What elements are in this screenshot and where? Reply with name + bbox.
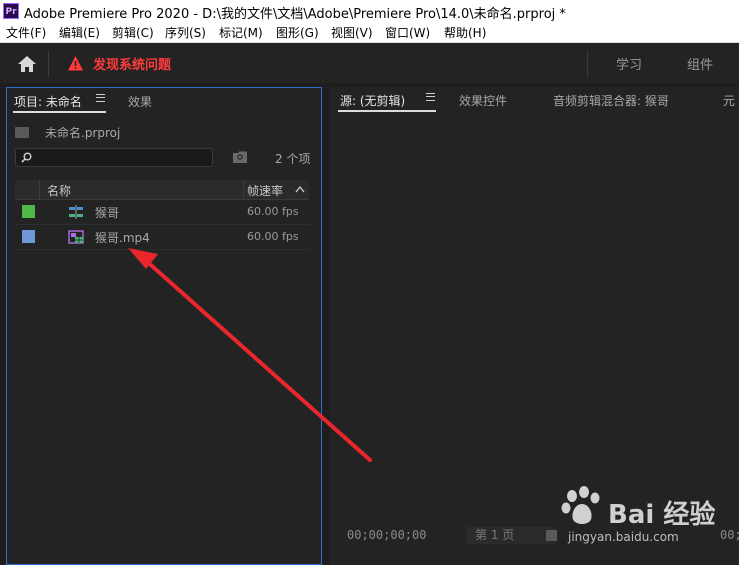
tab-effect-controls[interactable]: 效果控件 [459,92,507,109]
new-search-bin-icon[interactable] [233,151,247,163]
search-input[interactable] [15,148,213,167]
menu-markers[interactable]: 标记(M) [219,24,263,41]
baidu-paw-logo [561,486,600,524]
tab-audio-clip-mixer[interactable]: 音频剪辑混合器: 猴哥 [553,92,669,109]
sort-ascending-icon[interactable] [295,185,305,193]
list-header: 名称 帧速率 [15,180,309,200]
tab-effects[interactable]: 效果 [128,93,152,110]
fit-icon[interactable] [546,530,557,541]
menu-edit[interactable]: 编辑(E) [59,24,100,41]
tab-project[interactable]: 项目: 未命名 [14,93,82,110]
watermark-brand: Bai 经验 [608,500,716,530]
project-panel: 项目: 未命名 效果 未命名.prproj 2 个项 名称 帧速率 猴哥 60.… [6,87,322,565]
home-icon[interactable] [17,55,37,73]
workspace-learn[interactable]: 学习 [616,54,642,73]
warning-icon[interactable] [67,55,84,72]
project-file-name: 未命名.prproj [45,126,121,140]
panel-menu-icon[interactable] [426,93,435,101]
project-file-icon [15,127,29,138]
active-tab-underline [13,111,106,113]
sequence-icon [69,205,83,219]
header-bar: 发现系统问题 学习 组件 [0,43,739,83]
menu-file[interactable]: 文件(F) [6,24,46,41]
tab-source[interactable]: 源: (无剪辑) [340,92,405,109]
label-color-chip[interactable] [22,205,35,218]
tab-metadata[interactable]: 元 [723,92,735,109]
video-clip-icon [68,230,84,244]
menu-help[interactable]: 帮助(H) [444,24,486,41]
clip-name[interactable]: 猴哥 [95,204,119,221]
premiere-app-icon: Pr [3,3,19,19]
window-title: Adobe Premiere Pro 2020 - D:\我的文件\文档\Ado… [24,7,566,22]
clip-framerate: 60.00 fps [247,230,299,243]
page-selector[interactable]: 第 1 页 [467,527,555,544]
column-divider [39,180,40,199]
header-divider-right [587,51,588,77]
menu-clip[interactable]: 剪辑(C) [112,24,154,41]
menu-view[interactable]: 视图(V) [331,24,373,41]
menu-graphics[interactable]: 图形(G) [276,24,319,41]
item-count: 2 个项 [275,152,311,166]
column-name-header[interactable]: 名称 [47,182,71,199]
menu-bar: 文件(F) 编辑(E) 剪辑(C) 序列(S) 标记(M) 图形(G) 视图(V… [0,22,739,43]
active-tab-underline [338,110,436,112]
workspace-assembly[interactable]: 组件 [687,54,713,73]
list-item[interactable]: 猴哥.mp4 60.00 fps [15,225,309,250]
clip-name[interactable]: 猴哥.mp4 [95,229,150,246]
header-divider [48,51,49,77]
column-divider[interactable] [243,180,244,199]
search-icon [21,152,32,163]
column-framerate-header[interactable]: 帧速率 [247,182,283,199]
panel-menu-icon[interactable] [96,94,105,102]
timecode-out[interactable]: 00; [720,528,739,542]
label-color-chip[interactable] [22,230,35,243]
watermark-url: jingyan.baidu.com [568,530,679,544]
clip-framerate: 60.00 fps [247,205,299,218]
system-warning-link[interactable]: 发现系统问题 [93,54,171,73]
list-item[interactable]: 猴哥 60.00 fps [15,200,309,225]
timecode-in[interactable]: 00;00;00;00 [347,528,426,542]
menu-window[interactable]: 窗口(W) [385,24,430,41]
menu-sequence[interactable]: 序列(S) [165,24,206,41]
title-bar: Pr Adobe Premiere Pro 2020 - D:\我的文件\文档\… [0,0,739,22]
